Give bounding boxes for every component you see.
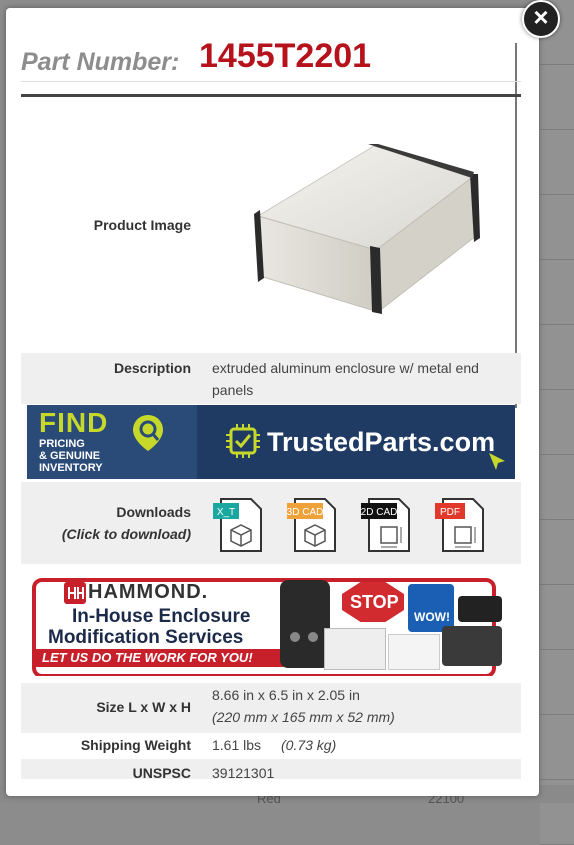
download-xt-tag: X_T: [217, 507, 235, 518]
shipping-weight-imperial: 1.61 lbs: [212, 737, 262, 753]
black-enclosure-image: [458, 596, 502, 622]
part-number-value: 1455T2201: [199, 37, 372, 75]
description-row: Description extruded aluminum enclosure …: [21, 353, 521, 404]
hammond-banner[interactable]: HAMMOND. In-House Enclosure Modification…: [28, 576, 516, 676]
size-imperial: 8.66 in x 6.5 in x 2.05 in: [212, 687, 360, 703]
hammond-logo-text: HAMMOND.: [88, 581, 209, 603]
downloads-sublabel: (Click to download): [61, 526, 191, 542]
white-box-image: [388, 634, 440, 670]
download-pdf-tag: PDF: [440, 507, 460, 518]
trustedparts-find-text: FIND: [39, 407, 109, 438]
shipping-weight-metric: (0.73 kg): [281, 737, 337, 753]
hammond-headline-2: Modification Services: [48, 627, 244, 648]
header-divider-thin: [21, 81, 521, 82]
hammond-headline-1: In-House Enclosure: [72, 606, 251, 627]
size-metric: (220 mm x 165 mm x 52 mm): [212, 709, 395, 725]
trustedparts-sub-3: INVENTORY: [39, 462, 103, 474]
unspsc-value: 39121301: [212, 765, 275, 779]
trustedparts-banner[interactable]: FIND PRICING & GENUINE INVENTORY Trusted…: [27, 405, 515, 479]
chip-check-icon: [226, 424, 260, 458]
cursor-icon: [489, 453, 505, 470]
product-image[interactable]: [246, 138, 486, 318]
stop-sign-text: STOP: [350, 592, 399, 612]
hammond-logo-icon: [64, 582, 86, 604]
part-detail-modal: Part Number: 1455T2201 Product Image Des…: [6, 8, 539, 796]
size-row: Size L x W x H 8.66 in x 6.5 in x 2.05 i…: [21, 683, 521, 733]
download-2d-cad-icon[interactable]: 2D CAD: [359, 493, 413, 555]
grey-enclosure-image: [442, 626, 502, 666]
unspsc-row: UNSPSC 39121301: [21, 759, 521, 779]
clear-enclosure-image: [324, 628, 386, 670]
description-value: extruded aluminum enclosure w/ metal end…: [212, 360, 479, 398]
part-number-label: Part Number:: [21, 48, 180, 76]
close-button[interactable]: ×: [522, 0, 560, 38]
description-label: Description: [113, 360, 191, 376]
blue-enclosure-image: WOW!: [408, 584, 454, 632]
shipping-weight-row: Shipping Weight 1.61 lbs (0.73 kg): [21, 733, 521, 759]
handheld-enclosure-image: [280, 580, 330, 668]
download-3d-cad-icon[interactable]: 3D CAD: [285, 493, 339, 555]
location-pin-icon: [133, 415, 163, 451]
trustedparts-name: TrustedParts.com: [267, 427, 496, 457]
trustedparts-left-panel: FIND PRICING & GENUINE INVENTORY: [27, 405, 197, 479]
download-2d-cad-tag: 2D CAD: [361, 507, 398, 518]
download-xt-icon[interactable]: X_T: [211, 493, 265, 555]
unspsc-label: UNSPSC: [132, 765, 191, 779]
trustedparts-sub-1: PRICING: [39, 438, 85, 450]
trustedparts-subtext: PRICING & GENUINE INVENTORY: [39, 438, 103, 474]
download-pdf-icon[interactable]: PDF: [433, 493, 487, 555]
shipping-weight-label: Shipping Weight: [80, 737, 191, 753]
header-divider-thick: [21, 94, 521, 97]
product-image-label: Product Image: [93, 217, 191, 233]
hammond-tagline: LET US DO THE WORK FOR YOU!: [42, 650, 253, 665]
size-label: Size L x W x H: [96, 699, 191, 715]
downloads-label: Downloads: [116, 504, 191, 520]
wow-text: WOW!: [414, 610, 450, 624]
download-3d-cad-tag: 3D CAD: [287, 507, 324, 518]
trustedparts-sub-2: & GENUINE: [39, 450, 101, 462]
background-page-rows: [540, 0, 574, 845]
part-number-header: Part Number: 1455T2201: [21, 35, 521, 95]
